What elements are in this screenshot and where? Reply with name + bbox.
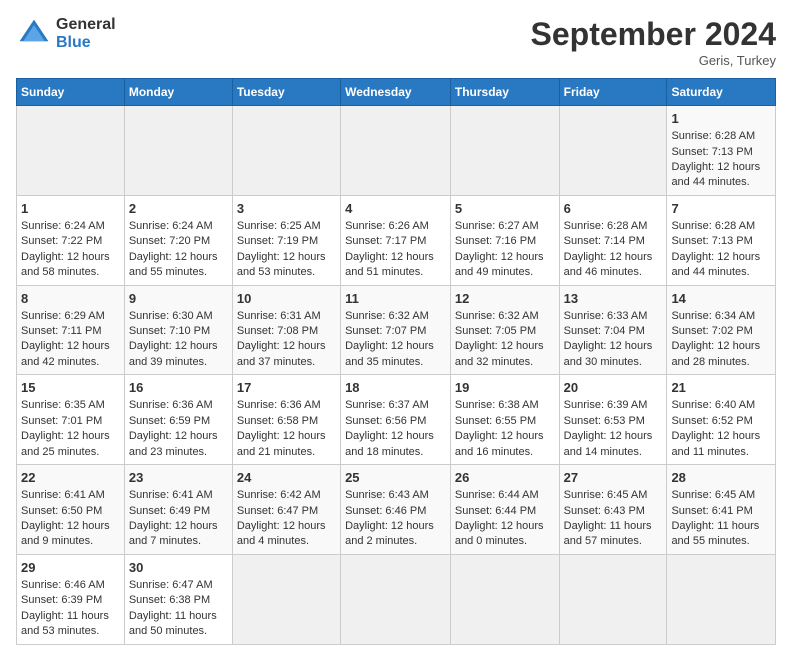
calendar-cell: 5Sunrise: 6:27 AMSunset: 7:16 PMDaylight… <box>450 195 559 285</box>
calendar-cell: 24Sunrise: 6:42 AMSunset: 6:47 PMDayligh… <box>232 465 340 555</box>
calendar-cell: 8Sunrise: 6:29 AMSunset: 7:11 PMDaylight… <box>17 285 125 375</box>
calendar-cell: 29Sunrise: 6:46 AMSunset: 6:39 PMDayligh… <box>17 554 125 644</box>
calendar-cell: 22Sunrise: 6:41 AMSunset: 6:50 PMDayligh… <box>17 465 125 555</box>
calendar-cell: 7Sunrise: 6:28 AMSunset: 7:13 PMDaylight… <box>667 195 776 285</box>
month-title: September 2024 <box>531 16 776 53</box>
calendar-cell: 12Sunrise: 6:32 AMSunset: 7:05 PMDayligh… <box>450 285 559 375</box>
header-tuesday: Tuesday <box>232 79 340 106</box>
calendar-cell: 30Sunrise: 6:47 AMSunset: 6:38 PMDayligh… <box>124 554 232 644</box>
header-saturday: Saturday <box>667 79 776 106</box>
calendar-cell: 15Sunrise: 6:35 AMSunset: 7:01 PMDayligh… <box>17 375 125 465</box>
calendar-cell-empty <box>667 554 776 644</box>
calendar-header-row: SundayMondayTuesdayWednesdayThursdayFrid… <box>17 79 776 106</box>
calendar-cell: 11Sunrise: 6:32 AMSunset: 7:07 PMDayligh… <box>341 285 451 375</box>
calendar-cell-empty <box>341 554 451 644</box>
calendar-cell: 6Sunrise: 6:28 AMSunset: 7:14 PMDaylight… <box>559 195 667 285</box>
calendar-week-row: 8Sunrise: 6:29 AMSunset: 7:11 PMDaylight… <box>17 285 776 375</box>
calendar-week-row: 1Sunrise: 6:24 AMSunset: 7:22 PMDaylight… <box>17 195 776 285</box>
calendar-cell: 25Sunrise: 6:43 AMSunset: 6:46 PMDayligh… <box>341 465 451 555</box>
calendar-cell: 21Sunrise: 6:40 AMSunset: 6:52 PMDayligh… <box>667 375 776 465</box>
header-thursday: Thursday <box>450 79 559 106</box>
calendar-week-row: 29Sunrise: 6:46 AMSunset: 6:39 PMDayligh… <box>17 554 776 644</box>
logo: General Blue <box>16 16 116 52</box>
calendar-cell-empty <box>124 106 232 196</box>
calendar-cell-empty <box>559 106 667 196</box>
calendar-cell: 20Sunrise: 6:39 AMSunset: 6:53 PMDayligh… <box>559 375 667 465</box>
header-wednesday: Wednesday <box>341 79 451 106</box>
calendar-cell: 13Sunrise: 6:33 AMSunset: 7:04 PMDayligh… <box>559 285 667 375</box>
calendar-cell-empty <box>17 106 125 196</box>
calendar-cell: 14Sunrise: 6:34 AMSunset: 7:02 PMDayligh… <box>667 285 776 375</box>
calendar-cell-empty <box>232 106 340 196</box>
calendar-cell: 28Sunrise: 6:45 AMSunset: 6:41 PMDayligh… <box>667 465 776 555</box>
calendar-table: SundayMondayTuesdayWednesdayThursdayFrid… <box>16 78 776 645</box>
calendar-week-row: 22Sunrise: 6:41 AMSunset: 6:50 PMDayligh… <box>17 465 776 555</box>
title-block: September 2024 Geris, Turkey <box>531 16 776 68</box>
calendar-cell: 1Sunrise: 6:24 AMSunset: 7:22 PMDaylight… <box>17 195 125 285</box>
calendar-week-row: 15Sunrise: 6:35 AMSunset: 7:01 PMDayligh… <box>17 375 776 465</box>
logo-icon <box>16 16 52 52</box>
calendar-cell: 4Sunrise: 6:26 AMSunset: 7:17 PMDaylight… <box>341 195 451 285</box>
calendar-cell: 3Sunrise: 6:25 AMSunset: 7:19 PMDaylight… <box>232 195 340 285</box>
header-monday: Monday <box>124 79 232 106</box>
calendar-cell: 19Sunrise: 6:38 AMSunset: 6:55 PMDayligh… <box>450 375 559 465</box>
calendar-week-row: 1Sunrise: 6:28 AMSunset: 7:13 PMDaylight… <box>17 106 776 196</box>
logo-text: General Blue <box>56 16 116 52</box>
calendar-cell: 9Sunrise: 6:30 AMSunset: 7:10 PMDaylight… <box>124 285 232 375</box>
page-header: General Blue September 2024 Geris, Turke… <box>16 16 776 68</box>
calendar-cell-empty <box>232 554 340 644</box>
location-subtitle: Geris, Turkey <box>531 53 776 68</box>
calendar-cell: 18Sunrise: 6:37 AMSunset: 6:56 PMDayligh… <box>341 375 451 465</box>
calendar-cell: 2Sunrise: 6:24 AMSunset: 7:20 PMDaylight… <box>124 195 232 285</box>
calendar-cell: 23Sunrise: 6:41 AMSunset: 6:49 PMDayligh… <box>124 465 232 555</box>
calendar-cell: 27Sunrise: 6:45 AMSunset: 6:43 PMDayligh… <box>559 465 667 555</box>
calendar-cell-empty <box>559 554 667 644</box>
header-friday: Friday <box>559 79 667 106</box>
calendar-cell: 16Sunrise: 6:36 AMSunset: 6:59 PMDayligh… <box>124 375 232 465</box>
calendar-cell-empty <box>341 106 451 196</box>
calendar-cell-empty <box>450 554 559 644</box>
calendar-cell-empty <box>450 106 559 196</box>
calendar-cell: 26Sunrise: 6:44 AMSunset: 6:44 PMDayligh… <box>450 465 559 555</box>
calendar-cell: 17Sunrise: 6:36 AMSunset: 6:58 PMDayligh… <box>232 375 340 465</box>
calendar-cell: 1Sunrise: 6:28 AMSunset: 7:13 PMDaylight… <box>667 106 776 196</box>
calendar-cell: 10Sunrise: 6:31 AMSunset: 7:08 PMDayligh… <box>232 285 340 375</box>
header-sunday: Sunday <box>17 79 125 106</box>
